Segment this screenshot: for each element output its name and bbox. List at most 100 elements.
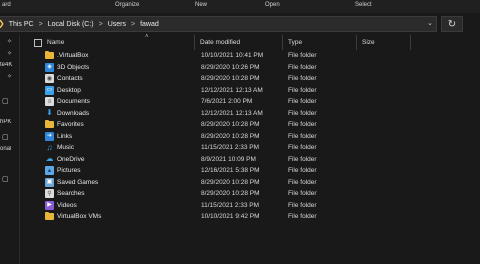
row-name: Links (57, 132, 73, 140)
folder-icon: ▢ (2, 176, 9, 183)
column-name[interactable]: Name (47, 39, 64, 46)
drive-icon: ▢ (2, 98, 9, 105)
row-name: Favorites (57, 121, 84, 128)
ribbon-label-organize: Organize (115, 2, 140, 8)
row-name: .VirtualBox (57, 52, 89, 59)
breadcrumb-separator[interactable]: > (131, 21, 135, 28)
column-size[interactable]: Size (362, 39, 375, 46)
address-row: ❯ This PC > Local Disk (C:) > Users > fa… (0, 13, 480, 35)
refresh-icon[interactable]: ↻ (441, 16, 463, 32)
row-type: File folder (288, 190, 317, 197)
row-type: File folder (288, 144, 317, 151)
ribbon-label-open: Open (265, 2, 280, 8)
table-row[interactable]: ➜ Links 8/29/2020 10:28 PM File folder (24, 131, 480, 143)
links-icon: ➜ (45, 131, 54, 141)
row-date: 12/12/2021 12:13 AM (201, 86, 263, 94)
table-row[interactable]: .VirtualBox 10/10/2021 10:41 PM File fol… (24, 50, 480, 62)
row-name: Contacts (57, 75, 83, 82)
row-type: File folder (288, 167, 317, 174)
row-type: File folder (288, 213, 317, 220)
favorites-icon (45, 120, 54, 128)
select-all-checkbox[interactable] (34, 39, 42, 47)
row-date: 10/10/2021 9:42 PM (201, 213, 260, 220)
breadcrumb-local-disk[interactable]: Local Disk (C:) (48, 21, 94, 28)
row-date: 7/6/2021 2:00 PM (201, 98, 253, 105)
pictures-icon: ▲ (45, 166, 54, 175)
row-name: Downloads (57, 109, 90, 117)
pin-icon[interactable]: ✧ (7, 50, 12, 57)
row-date: 8/29/2020 10:26 PM (201, 63, 260, 71)
music-icon: ♫ (46, 142, 53, 152)
table-row[interactable]: ▭ Desktop 12/12/2021 12:13 AM File folde… (24, 85, 480, 97)
searches-icon: ⚲ (45, 189, 54, 198)
folder-icon (45, 51, 54, 59)
row-type: File folder (288, 132, 317, 140)
row-type: File folder (288, 201, 317, 209)
chevron-right-icon: ❯ (0, 20, 5, 28)
pin-icon[interactable]: ✧ (7, 73, 12, 80)
table-row[interactable]: ▣ Saved Games 8/29/2020 10:28 PM File fo… (24, 177, 480, 189)
nav-item-1[interactable]: te4K (0, 62, 19, 68)
row-name: Desktop (57, 86, 81, 94)
saved-games-icon: ▣ (45, 177, 54, 187)
table-row[interactable]: ⚲ Searches 8/29/2020 10:28 PM File folde… (24, 188, 480, 200)
row-name: Saved Games (57, 178, 99, 186)
row-name: Music (57, 144, 74, 151)
ribbon-label-clipboard: ard (2, 2, 11, 8)
desktop-icon: ▭ (45, 85, 54, 95)
row-type: File folder (288, 121, 317, 128)
table-row[interactable]: ⬇ Downloads 12/12/2021 12:13 AM File fol… (24, 108, 480, 120)
row-date: 12/12/2021 12:13 AM (201, 109, 263, 117)
table-row[interactable]: ☁ OneDrive 8/9/2021 10:09 PM File folder (24, 154, 480, 166)
address-bar[interactable]: ❯ This PC > Local Disk (C:) > Users > fa… (0, 16, 437, 32)
table-row[interactable]: ◆ 3D Objects 8/29/2020 10:26 PM File fol… (24, 62, 480, 74)
row-date: 8/29/2020 10:28 PM (201, 121, 260, 128)
column-divider[interactable] (282, 35, 283, 50)
3d-objects-icon: ◆ (45, 62, 54, 72)
ribbon-labels: ard Organize New Open Select (0, 0, 480, 13)
breadcrumb-separator[interactable]: > (39, 21, 43, 28)
row-name: Searches (57, 190, 85, 197)
column-divider[interactable] (356, 35, 357, 50)
row-date: 8/9/2021 10:09 PM (201, 155, 256, 163)
breadcrumb-fawad[interactable]: fawad (140, 21, 159, 28)
row-date: 8/29/2020 10:28 PM (201, 178, 260, 186)
row-date: 10/10/2021 10:41 PM (201, 52, 264, 59)
sort-caret-icon: ˄ (145, 34, 149, 40)
table-row[interactable]: ▲ Pictures 12/16/2021 5:38 PM File folde… (24, 165, 480, 177)
breadcrumb-separator[interactable]: > (99, 21, 103, 28)
row-type: File folder (288, 98, 317, 105)
address-dropdown-icon[interactable]: ⌄ (427, 19, 433, 27)
breadcrumb-users[interactable]: Users (108, 21, 126, 28)
table-row[interactable]: VirtualBox VMs 10/10/2021 9:42 PM File f… (24, 211, 480, 223)
row-date: 11/15/2021 2:33 PM (201, 144, 260, 151)
ribbon-label-select: Select (355, 2, 372, 8)
table-row[interactable]: Favorites 8/29/2020 10:28 PM File folder (24, 119, 480, 131)
row-type: File folder (288, 75, 317, 82)
table-row[interactable]: ◉ Contacts 8/29/2020 10:28 PM File folde… (24, 73, 480, 85)
nav-item-2[interactable]: hPK (0, 119, 19, 125)
column-type[interactable]: Type (288, 39, 302, 46)
row-type: File folder (288, 155, 317, 163)
row-date: 8/29/2020 10:28 PM (201, 75, 260, 82)
row-date: 12/16/2021 5:38 PM (201, 167, 260, 174)
folder-icon: ▢ (2, 134, 9, 141)
row-name: Videos (57, 201, 77, 209)
pin-icon[interactable]: ✧ (7, 38, 12, 45)
row-type: File folder (288, 109, 317, 117)
breadcrumb-this-pc[interactable]: This PC (9, 21, 34, 28)
table-row[interactable]: ▶ Videos 11/15/2021 2:33 PM File folder (24, 200, 480, 212)
column-divider[interactable] (410, 35, 411, 50)
column-date-modified[interactable]: Date modified (200, 39, 240, 46)
nav-item-3[interactable]: onal (0, 146, 19, 152)
table-row[interactable]: ♫ Music 11/15/2021 2:33 PM File folder (24, 142, 480, 154)
row-type: File folder (288, 178, 317, 186)
column-divider[interactable] (194, 35, 195, 50)
file-list: .VirtualBox 10/10/2021 10:41 PM File fol… (24, 50, 480, 223)
row-name: 3D Objects (57, 63, 90, 71)
row-type: File folder (288, 86, 317, 94)
table-row[interactable]: ≡ Documents 7/6/2021 2:00 PM File folder (24, 96, 480, 108)
row-type: File folder (288, 63, 317, 71)
ribbon-label-new: New (195, 2, 208, 8)
row-date: 8/29/2020 10:28 PM (201, 190, 260, 197)
